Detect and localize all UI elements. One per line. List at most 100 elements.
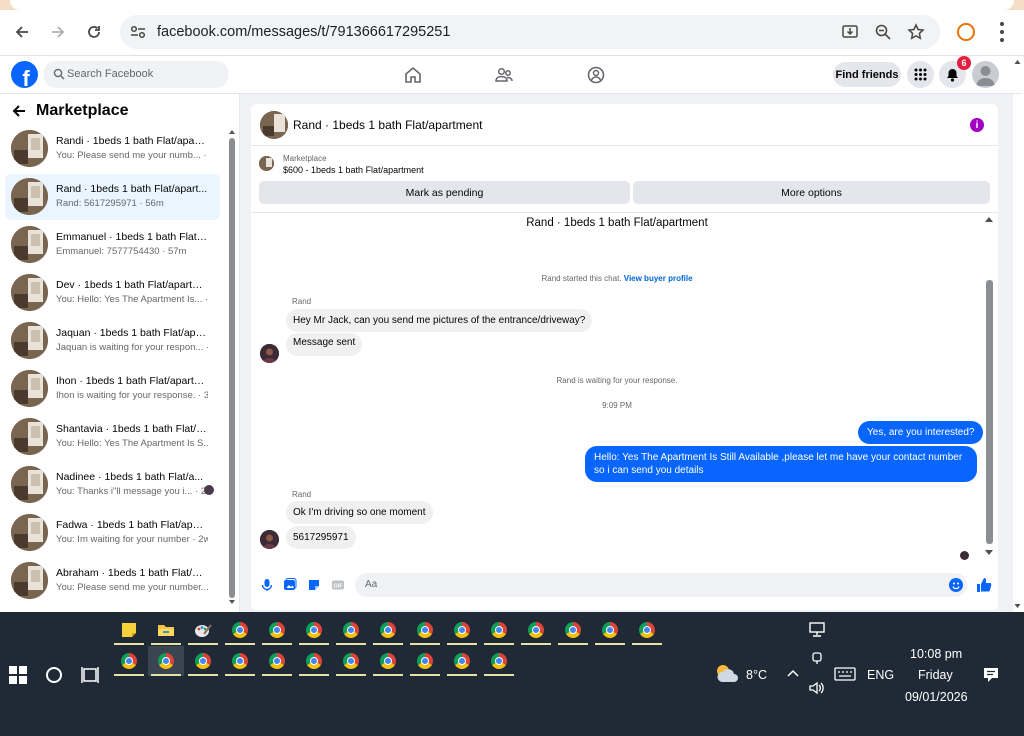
task-view-icon[interactable] — [81, 666, 99, 684]
outgoing-message[interactable]: Yes, are you interested? — [858, 421, 984, 444]
bookmark-star-icon[interactable] — [906, 22, 926, 42]
mark-as-pending-button[interactable]: Mark as pending — [259, 181, 630, 204]
active-tab[interactable] — [10, 0, 1014, 10]
chrome-taskbar-icon[interactable] — [259, 646, 295, 676]
chrome-taskbar-icon[interactable] — [555, 615, 591, 645]
browser-profile-icon[interactable] — [957, 23, 975, 41]
outgoing-message[interactable]: Hello: Yes The Apartment Is Still Availa… — [585, 446, 977, 482]
conversation-item[interactable]: Jaquan · 1beds 1 bath Flat/apar... Jaquan… — [5, 318, 220, 364]
conversation-item[interactable]: Fadwa · 1beds 1 bath Flat/apart... You: I… — [5, 510, 220, 556]
chrome-taskbar-icon[interactable] — [222, 615, 258, 645]
install-app-icon[interactable] — [840, 22, 860, 42]
back-arrow-icon[interactable] — [12, 104, 26, 118]
like-thumb-icon[interactable] — [976, 577, 992, 593]
sticky-notes-taskbar-icon[interactable] — [111, 615, 147, 645]
facebook-search-input[interactable]: Search Facebook — [43, 61, 229, 88]
chrome-taskbar-icon[interactable] — [111, 646, 147, 676]
info-icon[interactable]: i — [970, 118, 984, 132]
volume-icon[interactable] — [808, 680, 826, 701]
chrome-taskbar-icon[interactable] — [333, 646, 369, 676]
taskbar-search-icon[interactable] — [46, 667, 62, 683]
sender-avatar[interactable] — [260, 344, 279, 363]
facebook-logo-icon[interactable]: f — [11, 61, 38, 88]
site-settings-icon[interactable] — [128, 22, 148, 42]
chrome-taskbar-icon[interactable] — [148, 646, 184, 676]
menu-grid-icon[interactable] — [907, 61, 934, 88]
chrome-taskbar-icon[interactable] — [444, 615, 480, 645]
browser-menu-icon[interactable] — [998, 22, 1006, 42]
account-avatar[interactable] — [972, 61, 999, 88]
photo-icon[interactable] — [283, 578, 297, 592]
emoji-icon[interactable] — [949, 578, 963, 592]
more-options-button[interactable]: More options — [633, 181, 990, 204]
incoming-message[interactable]: 5617295971 — [286, 526, 356, 549]
chrome-taskbar-icon[interactable] — [407, 615, 443, 645]
chrome-taskbar-icon[interactable] — [481, 646, 517, 676]
chrome-taskbar-icon[interactable] — [222, 646, 258, 676]
chrome-taskbar-icon[interactable] — [592, 615, 628, 645]
incoming-message[interactable]: Ok I'm driving so one moment — [286, 501, 433, 524]
view-buyer-profile-link[interactable]: View buyer profile — [624, 274, 693, 283]
chrome-taskbar-icon[interactable] — [444, 646, 480, 676]
chrome-taskbar-icon[interactable] — [333, 615, 369, 645]
listing-thumbnail[interactable] — [260, 111, 288, 139]
conversation-item[interactable]: Dev · 1beds 1 bath Flat/apartm... You: He… — [5, 270, 220, 316]
back-icon[interactable] — [8, 18, 36, 46]
listing-mini-thumbnail[interactable] — [259, 156, 274, 171]
chrome-taskbar-icon[interactable] — [185, 646, 221, 676]
sidebar-scrollbar[interactable] — [228, 128, 236, 606]
chrome-taskbar-icon[interactable] — [518, 615, 554, 645]
read-receipt-avatar — [960, 551, 969, 560]
conversation-item[interactable]: Shantavia · 1beds 1 bath Flat/a... You: H… — [5, 414, 220, 460]
clock-time[interactable]: 10:08 pm — [910, 647, 962, 661]
friends-icon[interactable] — [494, 65, 514, 85]
clock-day[interactable]: Friday — [918, 668, 953, 682]
listing-price[interactable]: $600 - 1beds 1 bath Flat/apartment — [283, 165, 424, 175]
sender-avatar[interactable] — [260, 530, 279, 549]
zoom-icon[interactable] — [873, 22, 893, 42]
weather-temperature[interactable]: 8°C — [746, 668, 767, 682]
address-bar[interactable]: facebook.com/messages/t/791366617295251 — [120, 15, 940, 49]
incoming-message[interactable]: Message sent — [286, 333, 363, 356]
action-center-icon[interactable] — [983, 667, 999, 688]
chat-scrollbar[interactable] — [984, 214, 994, 560]
reload-icon[interactable] — [80, 18, 108, 46]
microphone-icon[interactable] — [260, 578, 274, 592]
file-explorer-taskbar-icon[interactable] — [148, 615, 184, 645]
groups-icon[interactable] — [586, 65, 606, 85]
sticker-icon[interactable] — [307, 578, 321, 592]
gif-icon[interactable]: GIF — [331, 578, 345, 592]
page-scrollbar[interactable] — [1013, 56, 1022, 612]
chat-header-title[interactable]: Rand · 1beds 1 bath Flat/apartment — [293, 118, 482, 132]
conversation-item[interactable]: Ihon · 1beds 1 bath Flat/apartm... Ihon i… — [5, 366, 220, 412]
home-icon[interactable] — [403, 65, 423, 85]
clock-date[interactable]: 09/01/2026 — [905, 690, 968, 704]
windows-start-icon[interactable] — [9, 666, 27, 684]
conversation-item[interactable]: Randi · 1beds 1 bath Flat/apart... You: P… — [5, 126, 220, 172]
find-friends-button[interactable]: Find friends — [833, 62, 901, 87]
forward-icon[interactable] — [44, 18, 72, 46]
chrome-taskbar-icon[interactable] — [481, 615, 517, 645]
conversation-item[interactable]: Nadinee · 1beds 1 bath Flat/a... You: Tha… — [5, 462, 220, 508]
sender-name: Rand — [292, 490, 312, 499]
incoming-message[interactable]: Hey Mr Jack, can you send me pictures of… — [286, 309, 593, 332]
show-hidden-icons-chevron-icon[interactable] — [786, 666, 800, 685]
network-icon[interactable] — [808, 622, 826, 643]
conversation-item[interactable]: Emmanuel · 1beds 1 bath Flat/a... Emmanue… — [5, 222, 220, 268]
chrome-taskbar-icon[interactable] — [296, 615, 332, 645]
paint-taskbar-icon[interactable] — [185, 615, 221, 645]
chrome-taskbar-icon[interactable] — [629, 615, 665, 645]
chrome-taskbar-icon[interactable] — [259, 615, 295, 645]
message-input[interactable]: Aa — [355, 573, 967, 597]
weather-icon[interactable] — [714, 662, 740, 689]
url-text[interactable]: facebook.com/messages/t/791366617295251 — [157, 24, 450, 40]
chrome-taskbar-icon[interactable] — [407, 646, 443, 676]
chrome-taskbar-icon[interactable] — [296, 646, 332, 676]
camera-mic-icon[interactable] — [810, 651, 824, 670]
conversation-item[interactable]: Rand · 1beds 1 bath Flat/apart... Rand: 5… — [5, 174, 220, 220]
keyboard-icon[interactable] — [834, 667, 856, 686]
language-indicator[interactable]: ENG — [867, 668, 894, 682]
conversation-item[interactable]: Abraham · 1beds 1 bath Flat/ap... You: Pl… — [5, 558, 220, 604]
chrome-taskbar-icon[interactable] — [370, 615, 406, 645]
chrome-taskbar-icon[interactable] — [370, 646, 406, 676]
